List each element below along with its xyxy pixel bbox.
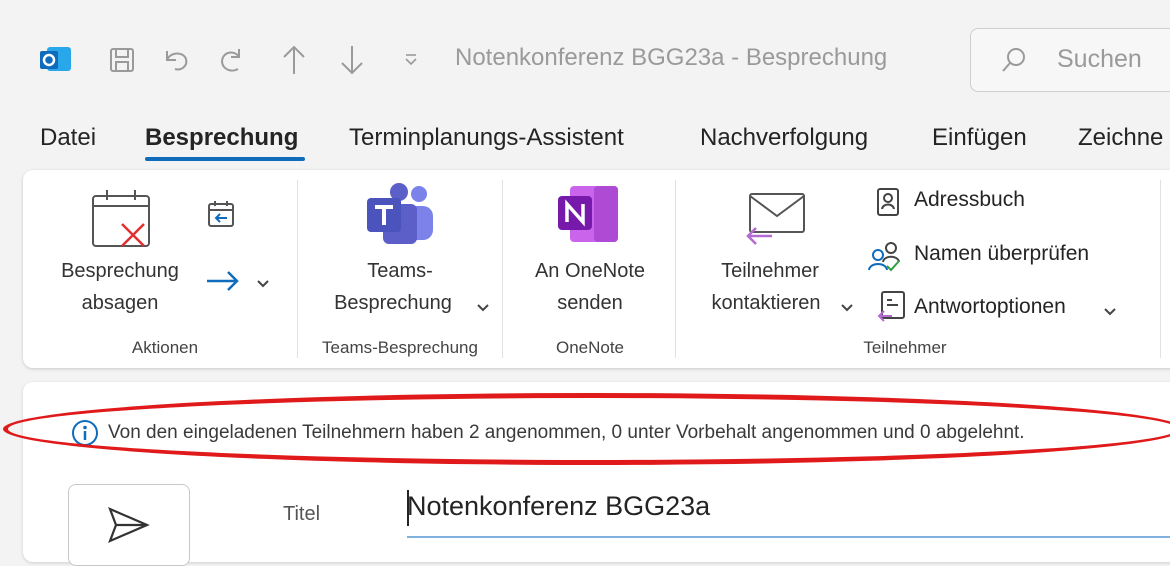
search-box[interactable]: Suchen [970, 28, 1170, 92]
onenote-label-2: senden [557, 292, 623, 314]
teams-dropdown-chevron-icon [477, 299, 489, 317]
address-book-button[interactable]: Adressbuch [872, 184, 1072, 220]
title-field-label: Titel [283, 503, 321, 525]
title-field[interactable]: Notenkonferenz BGG23a [407, 491, 710, 522]
response-options-label: Antwortoptionen [914, 295, 1066, 318]
teams-meeting-label-2: Besprechung [334, 292, 452, 314]
group-label-onenote: OneNote [555, 338, 625, 357]
redo-icon[interactable] [214, 40, 250, 80]
text-cursor [407, 490, 409, 526]
undo-icon[interactable] [158, 40, 194, 80]
tab-datei[interactable]: Datei [40, 124, 96, 152]
onenote-label-1: An OneNote [534, 260, 646, 282]
window-title: Notenkonferenz BGG23a - Besprechung [455, 44, 888, 71]
forward-arrow-icon[interactable] [205, 270, 241, 297]
contact-attendees-label-2: kontaktieren [711, 292, 821, 314]
search-placeholder: Suchen [1057, 45, 1142, 73]
group-separator [675, 180, 676, 358]
title-field-underline [407, 536, 1170, 538]
customize-icon[interactable] [400, 40, 422, 80]
send-icon [107, 505, 151, 550]
check-names-icon [867, 240, 901, 277]
teams-meeting-label-1: Teams- [367, 260, 433, 282]
onenote-icon [556, 184, 620, 249]
send-button[interactable] [68, 484, 190, 566]
highlight-ellipse [3, 393, 1170, 465]
check-names-button[interactable]: Namen überprüfen [865, 238, 1125, 274]
group-label-teilnehmer: Teilnehmer [863, 338, 947, 357]
cancel-meeting-label-1: Besprechung [61, 260, 179, 282]
calendar-arrow-icon[interactable] [207, 200, 237, 235]
contact-attendees-button[interactable]: Teilnehmer kontaktieren [690, 176, 865, 326]
search-icon [999, 45, 1029, 80]
active-tab-indicator [145, 157, 305, 161]
tab-nachverfolgung[interactable]: Nachverfolgung [700, 124, 868, 152]
check-names-label: Namen überprüfen [914, 242, 1090, 265]
tab-einfuegen[interactable]: Einfügen [932, 124, 1027, 152]
up-icon[interactable] [276, 40, 312, 80]
group-label-aktionen: Aktionen [131, 338, 199, 357]
group-separator [502, 180, 503, 358]
down-icon[interactable] [334, 40, 370, 80]
address-book-label: Adressbuch [914, 188, 1025, 211]
teams-meeting-button[interactable]: Teams- Besprechung [305, 176, 495, 326]
forward-dropdown-chevron-icon[interactable] [256, 276, 270, 294]
tab-zeichnen[interactable]: Zeichne [1078, 124, 1163, 152]
response-options-icon [876, 290, 906, 327]
address-book-icon [876, 187, 902, 222]
mail-reply-icon [742, 190, 808, 253]
calendar-cancel-icon [90, 186, 156, 257]
teams-icon [365, 182, 437, 253]
group-separator [297, 180, 298, 358]
contact-dropdown-chevron-icon [841, 299, 853, 317]
tab-besprechung[interactable]: Besprechung [145, 124, 298, 152]
group-label-teams: Teams-Besprechung [322, 338, 478, 357]
group-separator [1160, 180, 1161, 358]
cancel-meeting-button[interactable]: Besprechung absagen [40, 176, 200, 326]
outlook-logo-icon [38, 40, 74, 80]
cancel-meeting-label-2: absagen [81, 292, 159, 314]
response-options-button[interactable]: Antwortoptionen [872, 288, 1132, 324]
send-to-onenote-button[interactable]: An OneNote senden [510, 176, 670, 326]
save-icon[interactable] [104, 40, 140, 80]
contact-attendees-label-1: Teilnehmer [721, 260, 819, 282]
tab-terminplanungs-assistent[interactable]: Terminplanungs-Assistent [349, 124, 624, 152]
response-options-chevron-icon [1104, 303, 1116, 321]
